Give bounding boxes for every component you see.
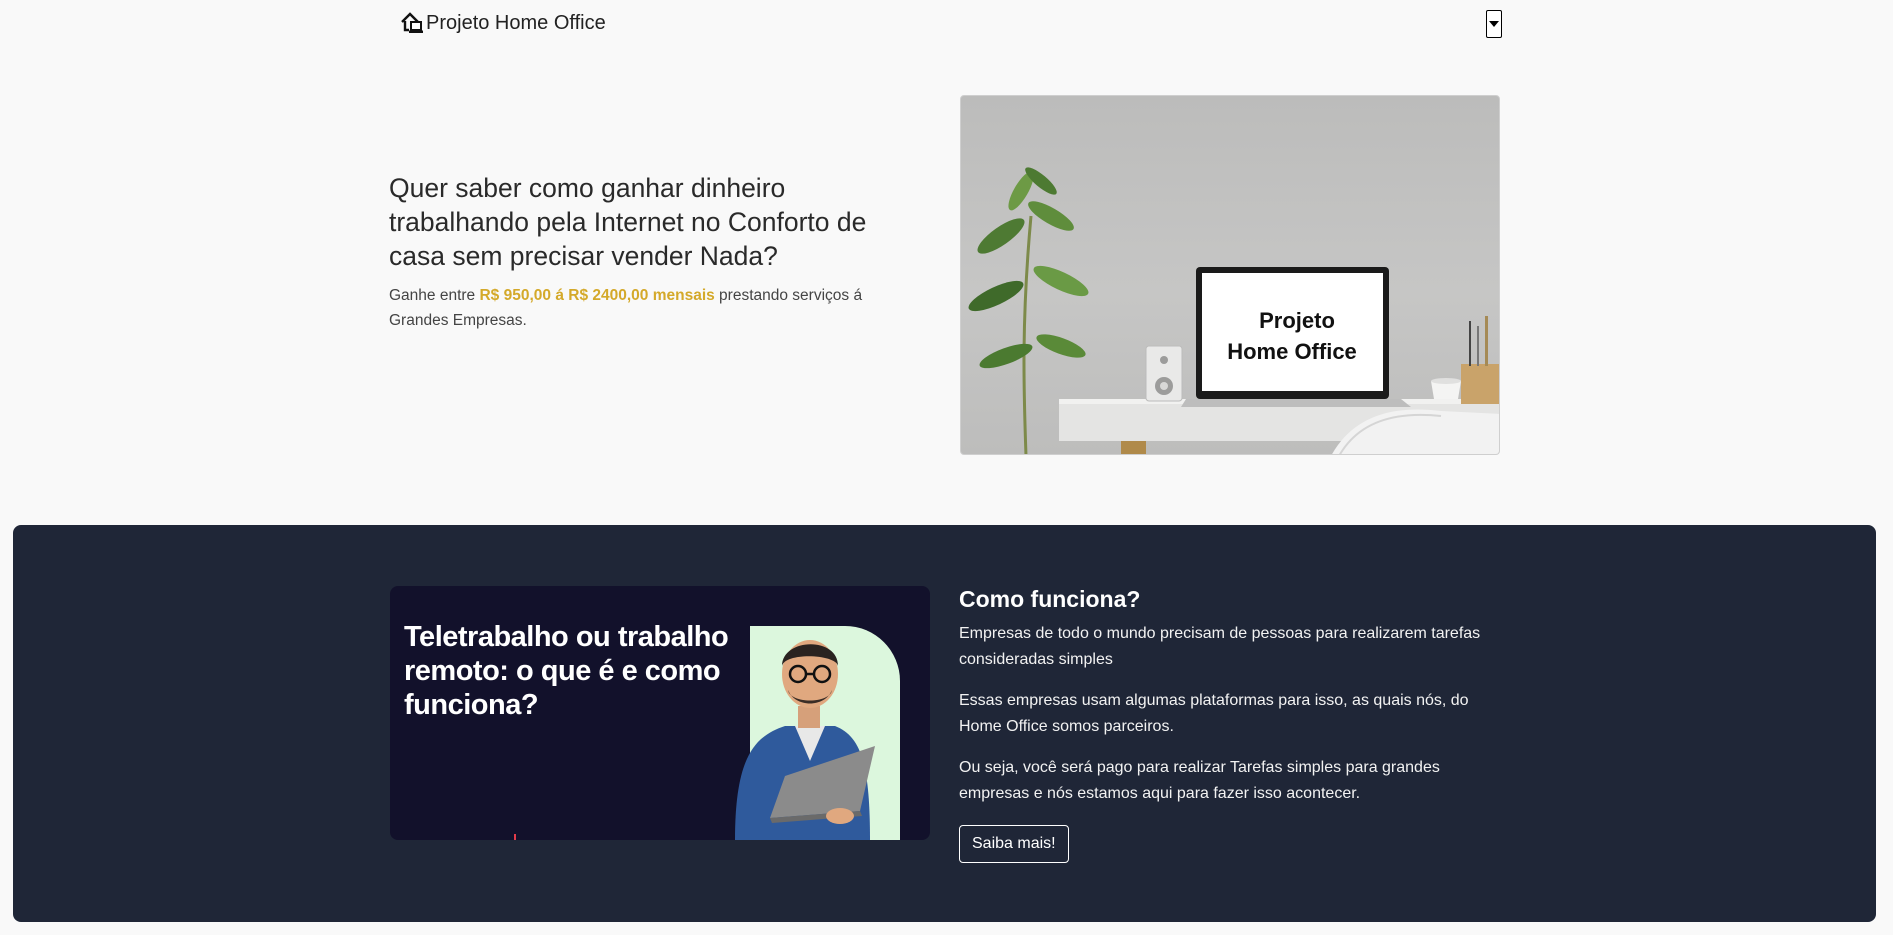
laptop-screen-text-2: Home Office [1227, 339, 1357, 364]
how-it-works-info: Como funciona? Empresas de todo o mundo … [959, 584, 1489, 863]
brand-name: Projeto Home Office [426, 11, 606, 34]
hero-section: Quer saber como ganhar dinheiro trabalha… [389, 171, 909, 333]
caret-down-icon [1489, 20, 1499, 28]
info-paragraph-3: Ou seja, você será pago para realizar Ta… [959, 759, 1440, 802]
home-laptop-icon [400, 11, 426, 35]
info-paragraph-1: Empresas de todo o mundo precisam de pes… [959, 625, 1481, 668]
navbar: Projeto Home Office [390, 0, 1502, 50]
info-paragraph-2: Essas empresas usam algumas plataformas … [959, 692, 1469, 735]
menu-toggle-button[interactable] [1486, 10, 1502, 38]
hero-earnings-highlight: R$ 950,00 á R$ 2400,00 mensais [479, 287, 715, 304]
hero-sub-prefix: Ganhe entre [389, 287, 480, 304]
how-it-works-section [13, 525, 1876, 922]
promo-person-illustration [514, 640, 875, 840]
promo-image: Teletrabalho ou trabalho remoto: o que é… [390, 586, 930, 840]
hero-subtitle: Ganhe entre R$ 950,00 á R$ 2400,00 mensa… [389, 283, 909, 333]
how-it-works-heading: Como funciona? [959, 586, 1141, 612]
hero-title: Quer saber como ganhar dinheiro trabalha… [389, 173, 867, 271]
laptop-screen-text-1: Projeto [1259, 308, 1335, 333]
hero-image: Projeto Home Office [960, 95, 1500, 455]
brand-link[interactable]: Projeto Home Office [400, 11, 606, 35]
learn-more-button[interactable]: Saiba mais! [959, 825, 1069, 863]
